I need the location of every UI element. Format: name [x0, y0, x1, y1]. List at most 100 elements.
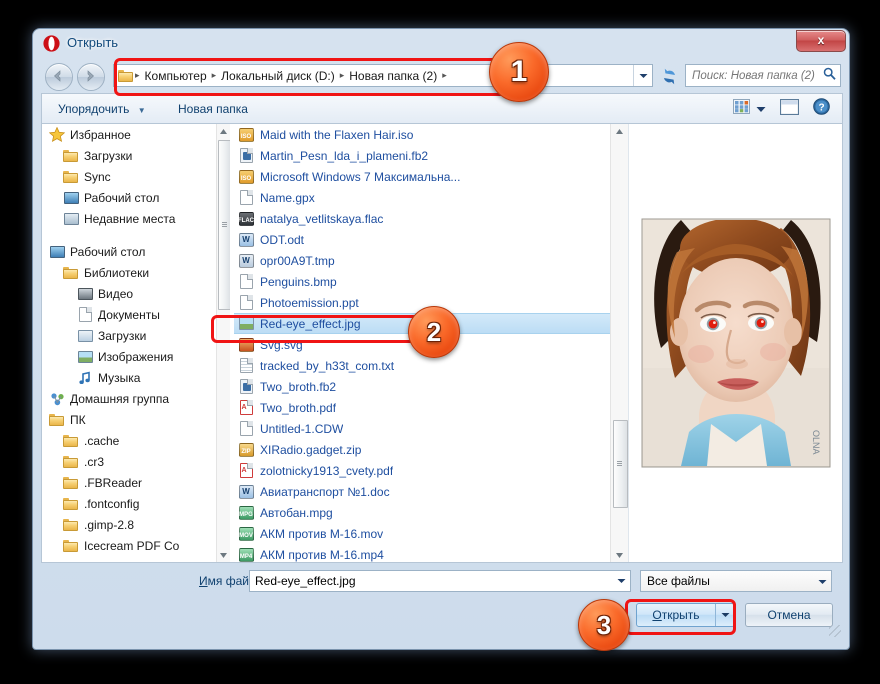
- sidebar-item-label: Sync: [84, 169, 111, 184]
- chevron-down-icon: [721, 613, 729, 617]
- back-button[interactable]: [45, 63, 73, 91]
- file-list-item[interactable]: MOV АКМ против М-16.mov: [234, 523, 611, 544]
- folder-icon: [62, 475, 80, 491]
- chevron-down-icon: [813, 572, 831, 590]
- scroll-up-icon[interactable]: [217, 124, 230, 138]
- sidebar-scrollbar[interactable]: [216, 124, 230, 562]
- file-list-item[interactable]: Penguins.bmp: [234, 271, 611, 292]
- music-icon: [76, 370, 94, 386]
- file-name: zolotnicky1913_cvety.pdf: [260, 463, 394, 478]
- scroll-down-icon[interactable]: [611, 548, 628, 562]
- search-box[interactable]: Поиск: Новая папка (2): [685, 64, 841, 87]
- file-list-scrollbar[interactable]: [610, 124, 628, 562]
- sidebar-item-рабочий-стол[interactable]: Рабочий стол: [42, 187, 217, 208]
- preview-pane-icon: [779, 98, 800, 115]
- file-list-item[interactable]: Martin_Pesn_lda_i_plameni.fb2: [234, 145, 611, 166]
- sidebar-scroll-thumb[interactable]: [218, 140, 230, 310]
- desktop-icon: [48, 244, 66, 260]
- opera-logo-icon: [43, 35, 60, 52]
- file-list-item[interactable]: ISO Microsoft Windows 7 Максимальна...: [234, 166, 611, 187]
- address-dropdown-button[interactable]: [633, 65, 652, 86]
- folder-download-icon: [62, 148, 80, 164]
- file-name: Maid with the Flaxen Hair.iso: [260, 127, 414, 142]
- file-name: Martin_Pesn_lda_i_plameni.fb2: [260, 148, 429, 163]
- refresh-button[interactable]: [656, 64, 682, 89]
- sidebar-item-gimp-2-8[interactable]: .gimp-2.8: [42, 514, 217, 535]
- view-mode-dropdown[interactable]: [754, 100, 772, 118]
- sidebar-item-fontconfig[interactable]: .fontconfig: [42, 493, 217, 514]
- sidebar-item-музыка[interactable]: Музыка: [42, 367, 217, 388]
- sidebar-item-документы[interactable]: Документы: [42, 304, 217, 325]
- scroll-up-icon[interactable]: [611, 124, 628, 138]
- file-list-scroll-thumb[interactable]: [613, 420, 628, 508]
- sidebar-item-избранное[interactable]: Избранное: [42, 124, 217, 145]
- file-list-item[interactable]: ISO Maid with the Flaxen Hair.iso: [234, 124, 611, 145]
- breadcrumb-item-drive[interactable]: Локальный диск (D:): [217, 68, 339, 84]
- file-list-item[interactable]: Name.gpx: [234, 187, 611, 208]
- file-list-item[interactable]: Red-eye_effect.jpg: [234, 313, 611, 334]
- view-grid-icon: [733, 99, 750, 114]
- scroll-down-icon[interactable]: [217, 548, 230, 562]
- sidebar-item-label: Рабочий стол: [84, 190, 160, 205]
- file-list-item[interactable]: ZIP XIRadio.gadget.zip: [234, 439, 611, 460]
- file-list-item[interactable]: MPG Автобан.mpg: [234, 502, 611, 523]
- file-list-item[interactable]: Azolotnicky1913_cvety.pdf: [234, 460, 611, 481]
- search-input[interactable]: Поиск: Новая папка (2): [686, 70, 818, 82]
- generic-file-icon: [238, 190, 254, 206]
- view-mode-button[interactable]: [729, 99, 754, 119]
- dialog-footer: Имя файла: Red-eye_effect.jpg Все файлы …: [41, 569, 843, 639]
- flac-file-icon: FLAC: [238, 211, 254, 227]
- file-name: natalya_vetlitskaya.flac: [260, 211, 384, 226]
- file-list-item[interactable]: tracked_by_h33t_com.txt: [234, 355, 611, 376]
- sidebar-item-cache[interactable]: .cache: [42, 430, 217, 451]
- filename-field[interactable]: Red-eye_effect.jpg: [249, 570, 631, 592]
- file-list-item[interactable]: Two_broth.fb2: [234, 376, 611, 397]
- documents-icon: [76, 307, 94, 323]
- close-button[interactable]: x: [796, 30, 846, 52]
- file-list-item[interactable]: FLAC natalya_vetlitskaya.flac: [234, 208, 611, 229]
- file-type-filter[interactable]: Все файлы: [640, 570, 832, 592]
- zip-file-icon: ZIP: [238, 442, 254, 458]
- sidebar-item-cr3[interactable]: .cr3: [42, 451, 217, 472]
- open-dropdown-button[interactable]: [715, 604, 734, 626]
- forward-button[interactable]: [77, 63, 105, 91]
- generic-file-icon: [238, 421, 254, 437]
- file-list-item[interactable]: Photoemission.ppt: [234, 292, 611, 313]
- sidebar-item-загрузки[interactable]: Загрузки: [42, 325, 217, 346]
- file-name: ODT.odt: [260, 232, 305, 247]
- sidebar-item-fbreader[interactable]: .FBReader: [42, 472, 217, 493]
- sidebar-item-видео[interactable]: Видео: [42, 283, 217, 304]
- file-list-item[interactable]: Untitled-1.CDW: [234, 418, 611, 439]
- cancel-button[interactable]: Отмена: [745, 603, 833, 627]
- sidebar-item-sync[interactable]: Sync: [42, 166, 217, 187]
- file-list-item[interactable]: MP4 АКМ против М-16.mp4: [234, 544, 611, 562]
- resize-grip[interactable]: [829, 625, 841, 637]
- sidebar-item-недавние-места[interactable]: Недавние места: [42, 208, 217, 229]
- filename-value[interactable]: Red-eye_effect.jpg: [250, 574, 613, 588]
- new-folder-button[interactable]: Новая папка: [170, 94, 256, 124]
- breadcrumb-item-computer[interactable]: Компьютер: [141, 68, 211, 84]
- open-button[interactable]: Открыть: [636, 603, 735, 627]
- sidebar-item-рабочий-стол[interactable]: Рабочий стол: [42, 241, 217, 262]
- video-icon: [76, 286, 94, 302]
- file-list-item[interactable]: W Авиатранспорт №1.doc: [234, 481, 611, 502]
- back-arrow-icon: [53, 70, 61, 82]
- file-list-item[interactable]: Wopr00A9T.tmp: [234, 250, 611, 271]
- sidebar-item-icecream-pdf-co[interactable]: Icecream PDF Co: [42, 535, 217, 556]
- help-button[interactable]: ?: [807, 98, 836, 120]
- sidebar-item-домашняя-группа[interactable]: Домашняя группа: [42, 388, 217, 409]
- libraries-icon: [62, 265, 80, 281]
- sidebar-item-библиотеки[interactable]: Библиотеки: [42, 262, 217, 283]
- file-list-item[interactable]: A Two_broth.pdf: [234, 397, 611, 418]
- breadcrumb-item-folder[interactable]: Новая папка (2): [345, 68, 441, 84]
- preview-pane-button[interactable]: [772, 98, 807, 120]
- file-list-item[interactable]: Svg.svg: [234, 334, 611, 355]
- address-bar[interactable]: ▸ Компьютер ▸ Локальный диск (D:) ▸ Нова…: [113, 64, 653, 87]
- organize-button[interactable]: Упорядочить ▼: [50, 94, 154, 124]
- filename-dropdown-button[interactable]: [613, 578, 630, 584]
- sidebar-item-изображения[interactable]: Изображения: [42, 346, 217, 367]
- file-list-item[interactable]: W ODT.odt: [234, 229, 611, 250]
- sidebar-item-пк[interactable]: ПК: [42, 409, 217, 430]
- sidebar-item-загрузки[interactable]: Загрузки: [42, 145, 217, 166]
- file-name: Name.gpx: [260, 190, 315, 205]
